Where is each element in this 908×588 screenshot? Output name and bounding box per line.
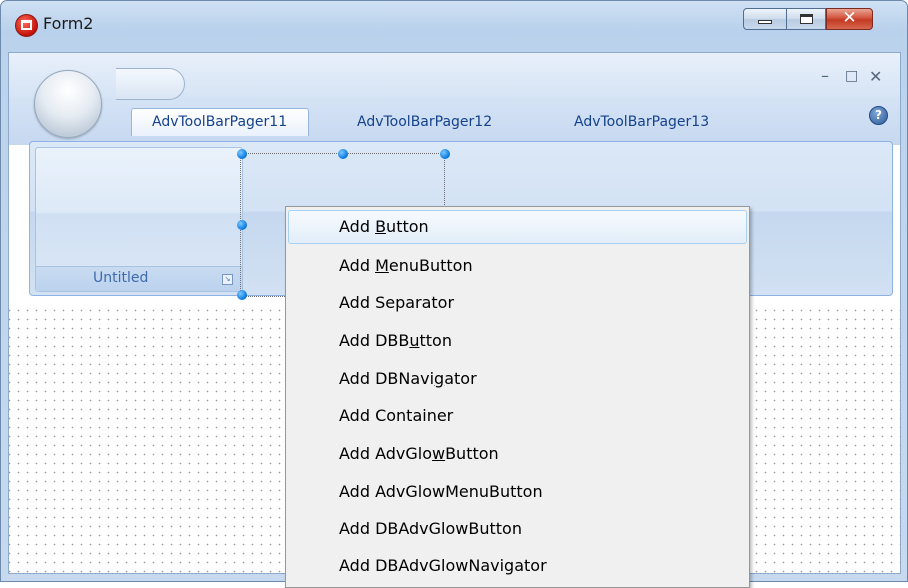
ribbon-tab-row: AdvToolBarPager11 AdvToolBarPager12 AdvT… bbox=[9, 97, 900, 145]
menu-item-add-container[interactable]: Add Container bbox=[288, 399, 747, 433]
window-title: Form2 bbox=[43, 14, 94, 33]
menu-item-add-advglowbutton[interactable]: Add AdvGlowButton bbox=[288, 437, 747, 471]
ribbon-minimize-icon[interactable]: – bbox=[821, 66, 829, 85]
help-icon[interactable]: ? bbox=[869, 106, 888, 125]
application-orb-button[interactable] bbox=[34, 70, 102, 138]
tab-advtoolbarpager11[interactable]: AdvToolBarPager11 bbox=[131, 108, 309, 136]
resize-handle[interactable] bbox=[338, 149, 348, 159]
minimize-icon bbox=[758, 20, 772, 24]
toolbar-group-caption-bar: Untitled ↘ bbox=[36, 266, 242, 291]
maximize-icon bbox=[800, 14, 813, 24]
menu-item-add-dbnavigator[interactable]: Add DBNavigator bbox=[288, 362, 747, 396]
ribbon-close-icon[interactable]: ✕ bbox=[869, 67, 882, 86]
menu-item-add-button[interactable]: Add Button bbox=[288, 210, 747, 244]
tab-advtoolbarpager12[interactable]: AdvToolBarPager12 bbox=[357, 114, 492, 130]
context-menu: Add Button Add MenuButton Add Separator … bbox=[285, 206, 750, 588]
quick-access-toolbar[interactable] bbox=[116, 68, 185, 100]
toolbar-group-caption: Untitled bbox=[93, 270, 149, 286]
menu-item-add-dbadvglowbutton[interactable]: Add DBAdvGlowButton bbox=[288, 512, 747, 546]
maximize-button[interactable] bbox=[786, 8, 826, 30]
menu-item-add-dbbutton[interactable]: Add DBButton bbox=[288, 324, 747, 358]
resize-handle[interactable] bbox=[237, 149, 247, 159]
close-icon: ✕ bbox=[842, 8, 857, 28]
dialog-launcher-icon[interactable]: ↘ bbox=[222, 274, 233, 285]
menu-item-add-dbadvglownavigator[interactable]: Add DBAdvGlowNavigator bbox=[288, 549, 747, 583]
app-icon[interactable] bbox=[15, 14, 38, 37]
resize-handle[interactable] bbox=[237, 290, 247, 300]
resize-handle[interactable] bbox=[237, 220, 247, 230]
resize-handle[interactable] bbox=[440, 149, 450, 159]
menu-item-add-separator[interactable]: Add Separator bbox=[288, 286, 747, 320]
toolbar-group[interactable]: Untitled ↘ bbox=[35, 147, 243, 292]
close-button[interactable]: ✕ bbox=[826, 8, 873, 30]
ribbon-maximize-icon[interactable]: □ bbox=[845, 68, 858, 84]
title-bar[interactable]: Form2 ✕ bbox=[1, 1, 907, 51]
tab-advtoolbarpager13[interactable]: AdvToolBarPager13 bbox=[574, 114, 709, 130]
menu-item-add-advglowmenubutton[interactable]: Add AdvGlowMenuButton bbox=[288, 475, 747, 509]
menu-item-add-menubutton[interactable]: Add MenuButton bbox=[288, 249, 747, 283]
minimize-button[interactable] bbox=[743, 8, 787, 30]
